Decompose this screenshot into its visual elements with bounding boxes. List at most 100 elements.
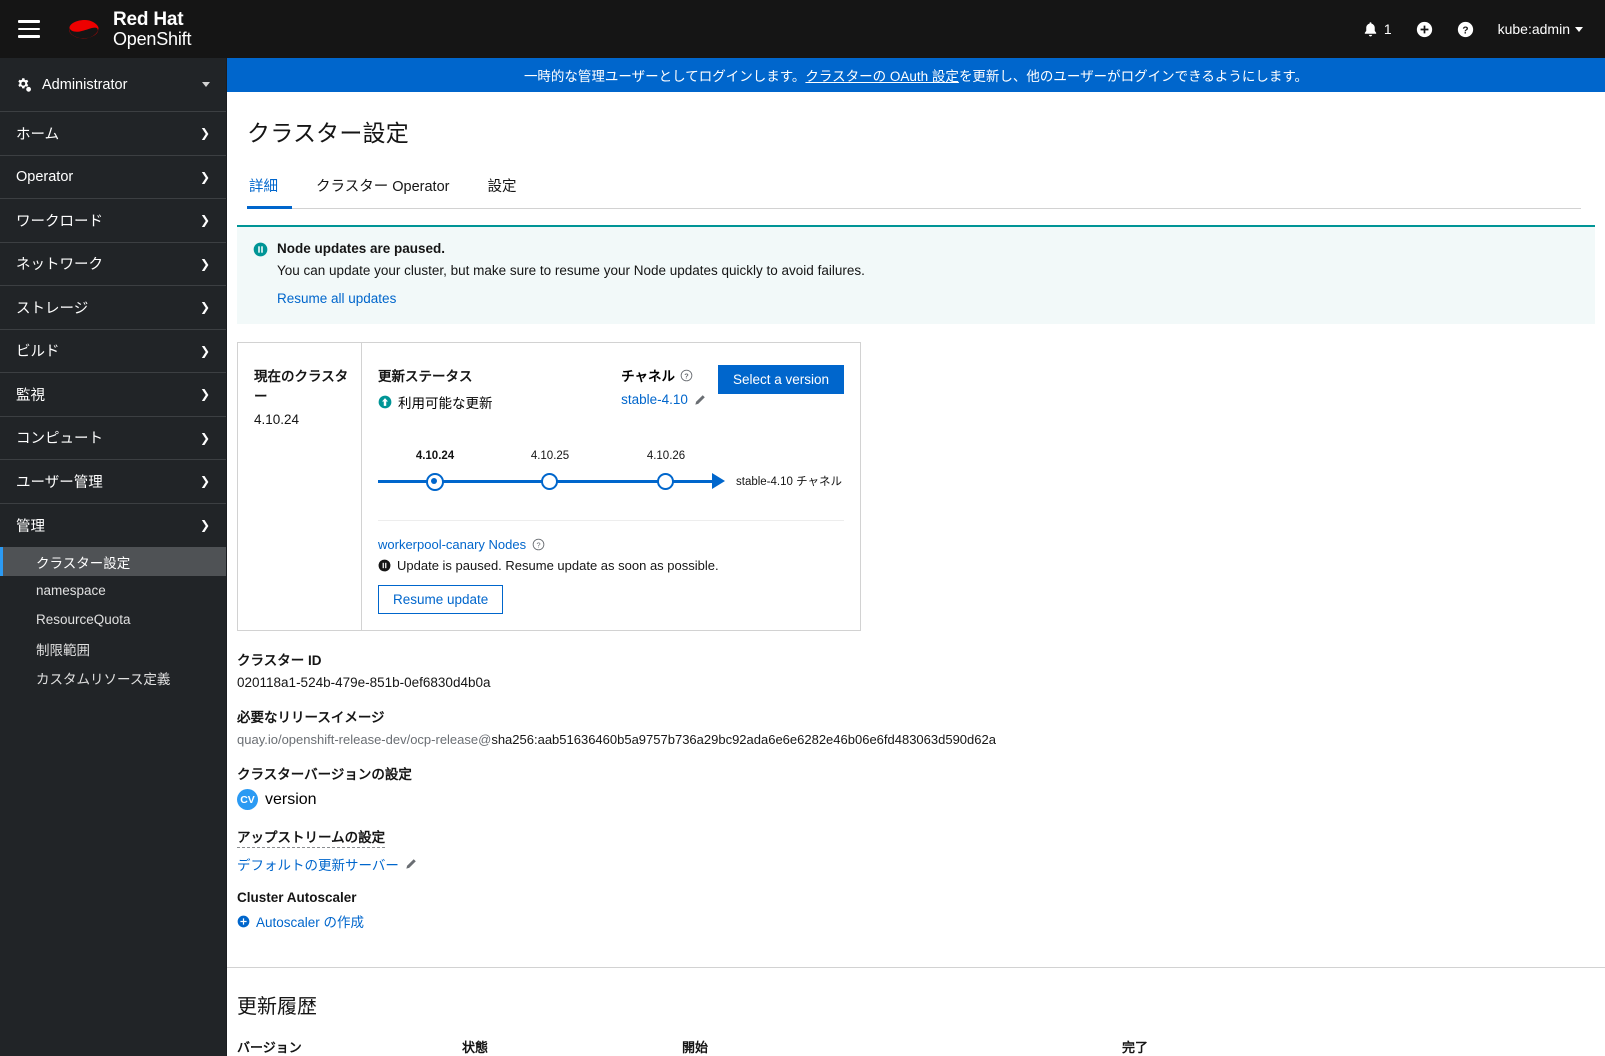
clusterversion-badge: CV [237,789,258,810]
chevron-right-icon: ❯ [199,387,210,402]
sidebar-item-cluster-settings[interactable]: クラスター設定 [0,547,226,576]
card-divider [378,520,844,521]
column-header-started[interactable]: 開始 [682,1037,1122,1056]
sidebar-item-storage[interactable]: ストレージ ❯ [0,286,226,330]
pencil-icon[interactable] [405,858,417,870]
chevron-right-icon: ❯ [199,213,210,228]
sidebar-item-observe[interactable]: 監視 ❯ [0,373,226,417]
channel-value-row[interactable]: stable-4.10 [621,392,706,407]
svg-text:?: ? [537,540,541,549]
sidebar-item-crds[interactable]: カスタムリソース定義 [0,663,226,692]
update-status-card: 現在のクラスター 4.10.24 更新ステータス 利用可能な更新 チャネル ? … [237,342,861,631]
sidebar-subitem-label: ResourceQuota [36,612,131,627]
sidebar-nav: Administrator ホーム ❯ Operator ❯ ワークロード ❯ … [0,58,227,1056]
resume-update-button[interactable]: Resume update [378,585,504,614]
current-cluster-column: 現在のクラスター 4.10.24 [238,343,362,630]
chevron-right-icon: ❯ [199,343,210,358]
pause-circle-icon [378,559,391,572]
pencil-icon[interactable] [694,394,706,406]
cluster-details-list: クラスター ID 020118a1-524b-479e-851b-0ef6830… [227,631,1605,931]
chevron-right-icon: ❯ [199,256,210,271]
sidebar-item-label: ネットワーク [16,257,103,274]
question-circle-icon: ? [1457,21,1473,37]
redhat-openshift-logo[interactable]: Red Hat OpenShift [64,9,192,49]
add-button[interactable] [1416,21,1433,38]
timeline-node[interactable] [541,473,558,490]
timeline-node-current[interactable] [426,473,444,491]
update-status-block: 更新ステータス 利用可能な更新 [378,365,493,412]
sidebar-item-workloads[interactable]: ワークロード ❯ [0,199,226,243]
cogs-icon [18,77,31,92]
timeline-node-label: 4.10.24 [415,450,455,462]
sidebar-item-limitranges[interactable]: 制限範囲 [0,634,226,663]
tab-cluster-operators[interactable]: クラスター Operator [314,167,463,209]
select-version-button[interactable]: Select a version [717,365,844,394]
timeline-node-label: 4.10.26 [646,450,686,462]
user-name-label: kube:admin [1497,21,1570,37]
sidebar-item-administration[interactable]: 管理 ❯ [0,504,226,548]
sidebar-item-networking[interactable]: ネットワーク ❯ [0,243,226,286]
tab-label: 詳細 [249,179,278,195]
user-menu[interactable]: kube:admin [1498,21,1583,37]
upstream-config-value-row[interactable]: デフォルトの更新サーバー [237,854,1605,874]
brand-openshift: OpenShift [113,28,192,49]
sidebar-item-label: ユーザー管理 [16,474,103,491]
tab-details[interactable]: 詳細 [247,167,292,209]
version-timeline: 4.10.24 4.10.25 4.10.26 stable-4.10 チャネル [378,450,844,506]
sidebar-item-builds[interactable]: ビルド ❯ [0,330,226,373]
redhat-logo-icon [69,19,99,39]
create-autoscaler-link[interactable]: Autoscaler の作成 [237,911,1605,931]
column-header-completed[interactable]: 完了 [1122,1037,1595,1056]
notification-button[interactable]: 1 [1362,21,1392,38]
timeline-node[interactable] [657,473,674,490]
page-header: クラスター設定 詳細 クラスター Operator 設定 [227,92,1605,209]
upstream-config-value: デフォルトの更新サーバー [237,858,399,873]
release-image-value: quay.io/openshift-release-dev/ocp-releas… [237,732,1605,747]
oauth-settings-link[interactable]: クラスターの OAuth 設定 [805,69,959,84]
sidebar-subitem-label: カスタムリソース定義 [36,671,171,687]
sidebar-item-label: 監視 [16,387,45,404]
release-image-prefix: quay.io/openshift-release-dev/ocp-releas… [237,732,492,747]
sidebar-subitem-label: 制限範囲 [36,642,90,658]
perspective-switcher[interactable]: Administrator [0,58,226,112]
current-cluster-version: 4.10.24 [254,412,300,427]
cluster-autoscaler-label: Cluster Autoscaler [237,890,357,905]
sidebar-subitem-label: クラスター設定 [36,555,131,571]
release-image-label: 必要なリリースイメージ [237,710,385,725]
temporary-admin-banner: 一時的な管理ユーザーとしてログインします。クラスターの OAuth 設定を更新し… [227,58,1605,92]
openshift-console: Red Hat OpenShift 1 ? kube:admin Adminis… [0,0,1605,1056]
tab-label: クラスター Operator [316,179,450,195]
question-circle-outline-icon[interactable]: ? [680,369,693,382]
workerpool-canary-link-row[interactable]: workerpool-canary Nodes ? [378,537,844,552]
update-history-title: 更新履歴 [237,996,317,1018]
chevron-right-icon: ❯ [199,126,210,141]
sidebar-item-user-management[interactable]: ユーザー管理 ❯ [0,460,226,504]
workerpool-status-text: Update is paused. Resume update as soon … [397,558,719,573]
sidebar-item-operators[interactable]: Operator ❯ [0,156,226,199]
help-button[interactable]: ? [1457,21,1474,38]
sidebar-item-namespaces[interactable]: namespace [0,576,226,605]
release-image-digest: sha256:aab51636460b5a9757b736a29bc92ada6… [491,732,996,747]
column-header-version[interactable]: バージョン [237,1037,462,1056]
tab-configuration[interactable]: 設定 [485,167,530,209]
clusterversion-resource-link[interactable]: CV version [237,789,1605,810]
sidebar-item-resourcequotas[interactable]: ResourceQuota [0,605,226,634]
sidebar-item-compute[interactable]: コンピュート ❯ [0,417,226,460]
channel-value: stable-4.10 [621,392,688,407]
sidebar-item-label: ビルド [16,344,60,361]
sidebar-item-home[interactable]: ホーム ❯ [0,112,226,156]
chevron-right-icon: ❯ [199,474,210,489]
update-status-value-row: 利用可能な更新 [378,392,493,412]
tab-label: 設定 [487,179,517,195]
cluster-id-label: クラスター ID [237,653,322,668]
page-title: クラスター設定 [247,120,409,146]
table-header-row: バージョン 状態 開始 完了 [237,1037,1595,1056]
question-circle-outline-icon[interactable]: ? [532,538,545,551]
svg-text:?: ? [684,371,689,380]
column-header-state[interactable]: 状態 [462,1037,682,1056]
resume-all-updates-link[interactable]: Resume all updates [277,291,396,306]
sidebar-item-label: 管理 [16,518,45,535]
clusterversion-link-text[interactable]: version [265,791,317,809]
chevron-right-icon: ❯ [199,430,210,445]
hamburger-icon[interactable] [18,14,48,44]
